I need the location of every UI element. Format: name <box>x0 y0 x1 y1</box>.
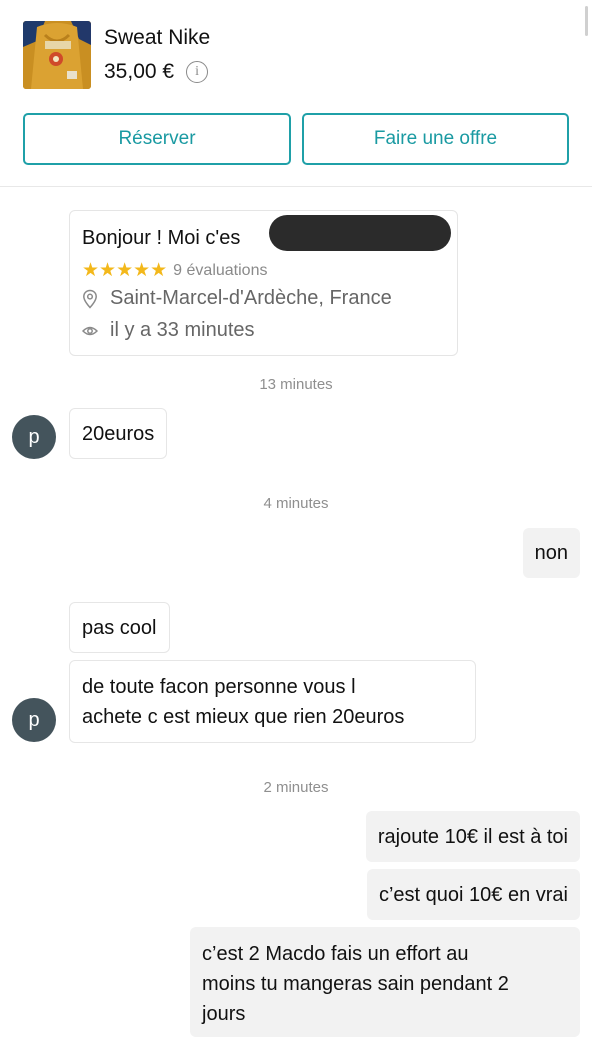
message-line: moins tu mangeras sain pendant 2 <box>202 973 509 995</box>
star-rating: ★★★★★ <box>82 260 168 281</box>
reviews-count: 9 évaluations <box>173 261 268 279</box>
message-line: de toute facon personne vous l <box>82 675 356 698</box>
item-title[interactable]: Sweat Nike <box>104 26 210 50</box>
timestamp-divider: 4 minutes <box>263 495 329 512</box>
profile-card[interactable]: Bonjour ! Moi c'es ★★★★★ 9 évaluations S… <box>69 210 458 356</box>
redacted-name <box>269 215 451 251</box>
message-outgoing: c’est quoi 10€ en vrai <box>366 869 580 920</box>
avatar[interactable]: p <box>12 698 56 742</box>
info-icon[interactable]: i <box>186 61 209 83</box>
message-line: jours <box>202 1003 246 1025</box>
location-row: Saint-Marcel-d'Ardèche, France <box>82 287 392 310</box>
timestamp-divider: 2 minutes <box>263 779 329 796</box>
message-line: c’est 2 Macdo fais un effort au <box>202 943 469 965</box>
item-thumbnail[interactable] <box>23 21 91 89</box>
message-outgoing: rajoute 10€ il est à toi <box>365 811 580 862</box>
profile-greeting: Bonjour ! Moi c'es <box>82 227 241 249</box>
message-incoming: 20euros <box>69 408 168 459</box>
message-line: achete c est mieux que rien 20euros <box>82 705 405 728</box>
location-pin-icon <box>83 289 97 309</box>
eye-icon <box>82 326 98 335</box>
last-seen-text: il y a 33 minutes <box>110 319 255 341</box>
last-seen-row: il y a 33 minutes <box>82 319 255 342</box>
reserve-button[interactable]: Réserver <box>23 113 291 165</box>
timestamp-divider: 13 minutes <box>259 376 333 393</box>
price-row: 35,00 € i <box>104 60 209 84</box>
message-outgoing: non <box>522 528 580 578</box>
rating-row: ★★★★★ 9 évaluations <box>82 259 267 282</box>
message-incoming: de toute facon personne vous l achete c … <box>69 660 476 743</box>
message-incoming: pas cool <box>69 602 170 653</box>
item-price: 35,00 € <box>104 60 175 83</box>
avatar[interactable]: p <box>12 415 56 459</box>
scrollbar[interactable] <box>585 6 588 36</box>
make-offer-button[interactable]: Faire une offre <box>302 113 569 165</box>
item-header: Sweat Nike 35,00 € i Réserver Faire une … <box>0 0 592 187</box>
message-outgoing: c’est 2 Macdo fais un effort au moins tu… <box>190 927 580 1037</box>
location-text: Saint-Marcel-d'Ardèche, France <box>110 287 392 309</box>
